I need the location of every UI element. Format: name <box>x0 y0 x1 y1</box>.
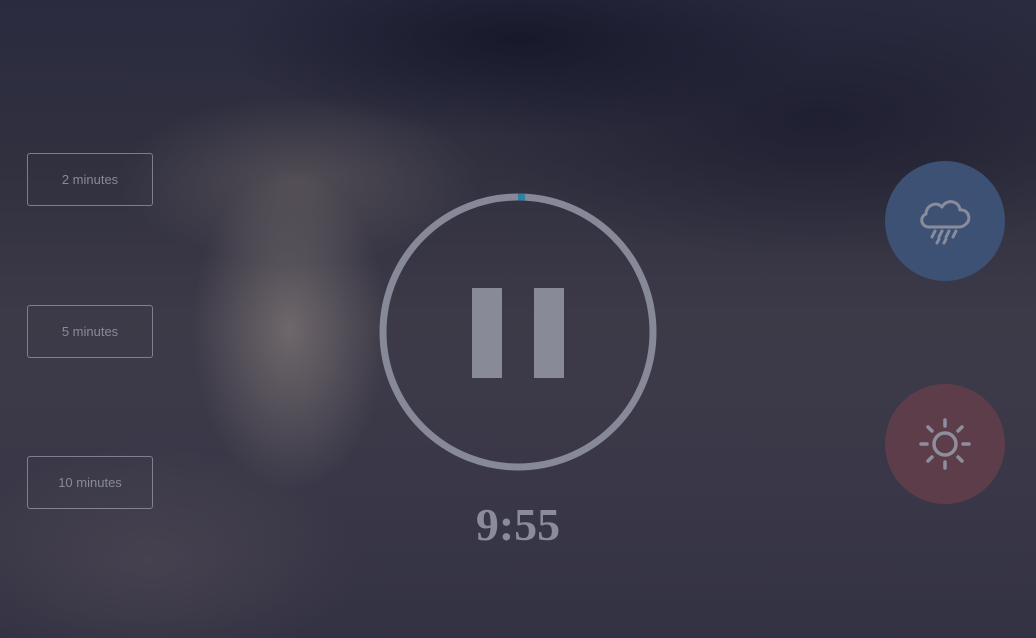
preset-5-minutes-button[interactable]: 5 minutes <box>27 305 153 358</box>
pause-icon-bar-left <box>472 288 502 378</box>
pause-icon-bar-right <box>534 288 564 378</box>
preset-2-minutes-button[interactable]: 2 minutes <box>27 153 153 206</box>
preset-10-minutes-button[interactable]: 10 minutes <box>27 456 153 509</box>
summer-sound-button[interactable] <box>885 384 1005 504</box>
sun-icon <box>919 418 971 470</box>
pause-button[interactable] <box>472 288 564 378</box>
meditation-app: 2 minutes 5 minutes 10 minutes 9:55 <box>0 0 1036 638</box>
rain-cloud-icon <box>920 200 971 245</box>
rain-sound-button[interactable] <box>885 161 1005 281</box>
time-remaining-display: 9:55 <box>475 499 561 550</box>
